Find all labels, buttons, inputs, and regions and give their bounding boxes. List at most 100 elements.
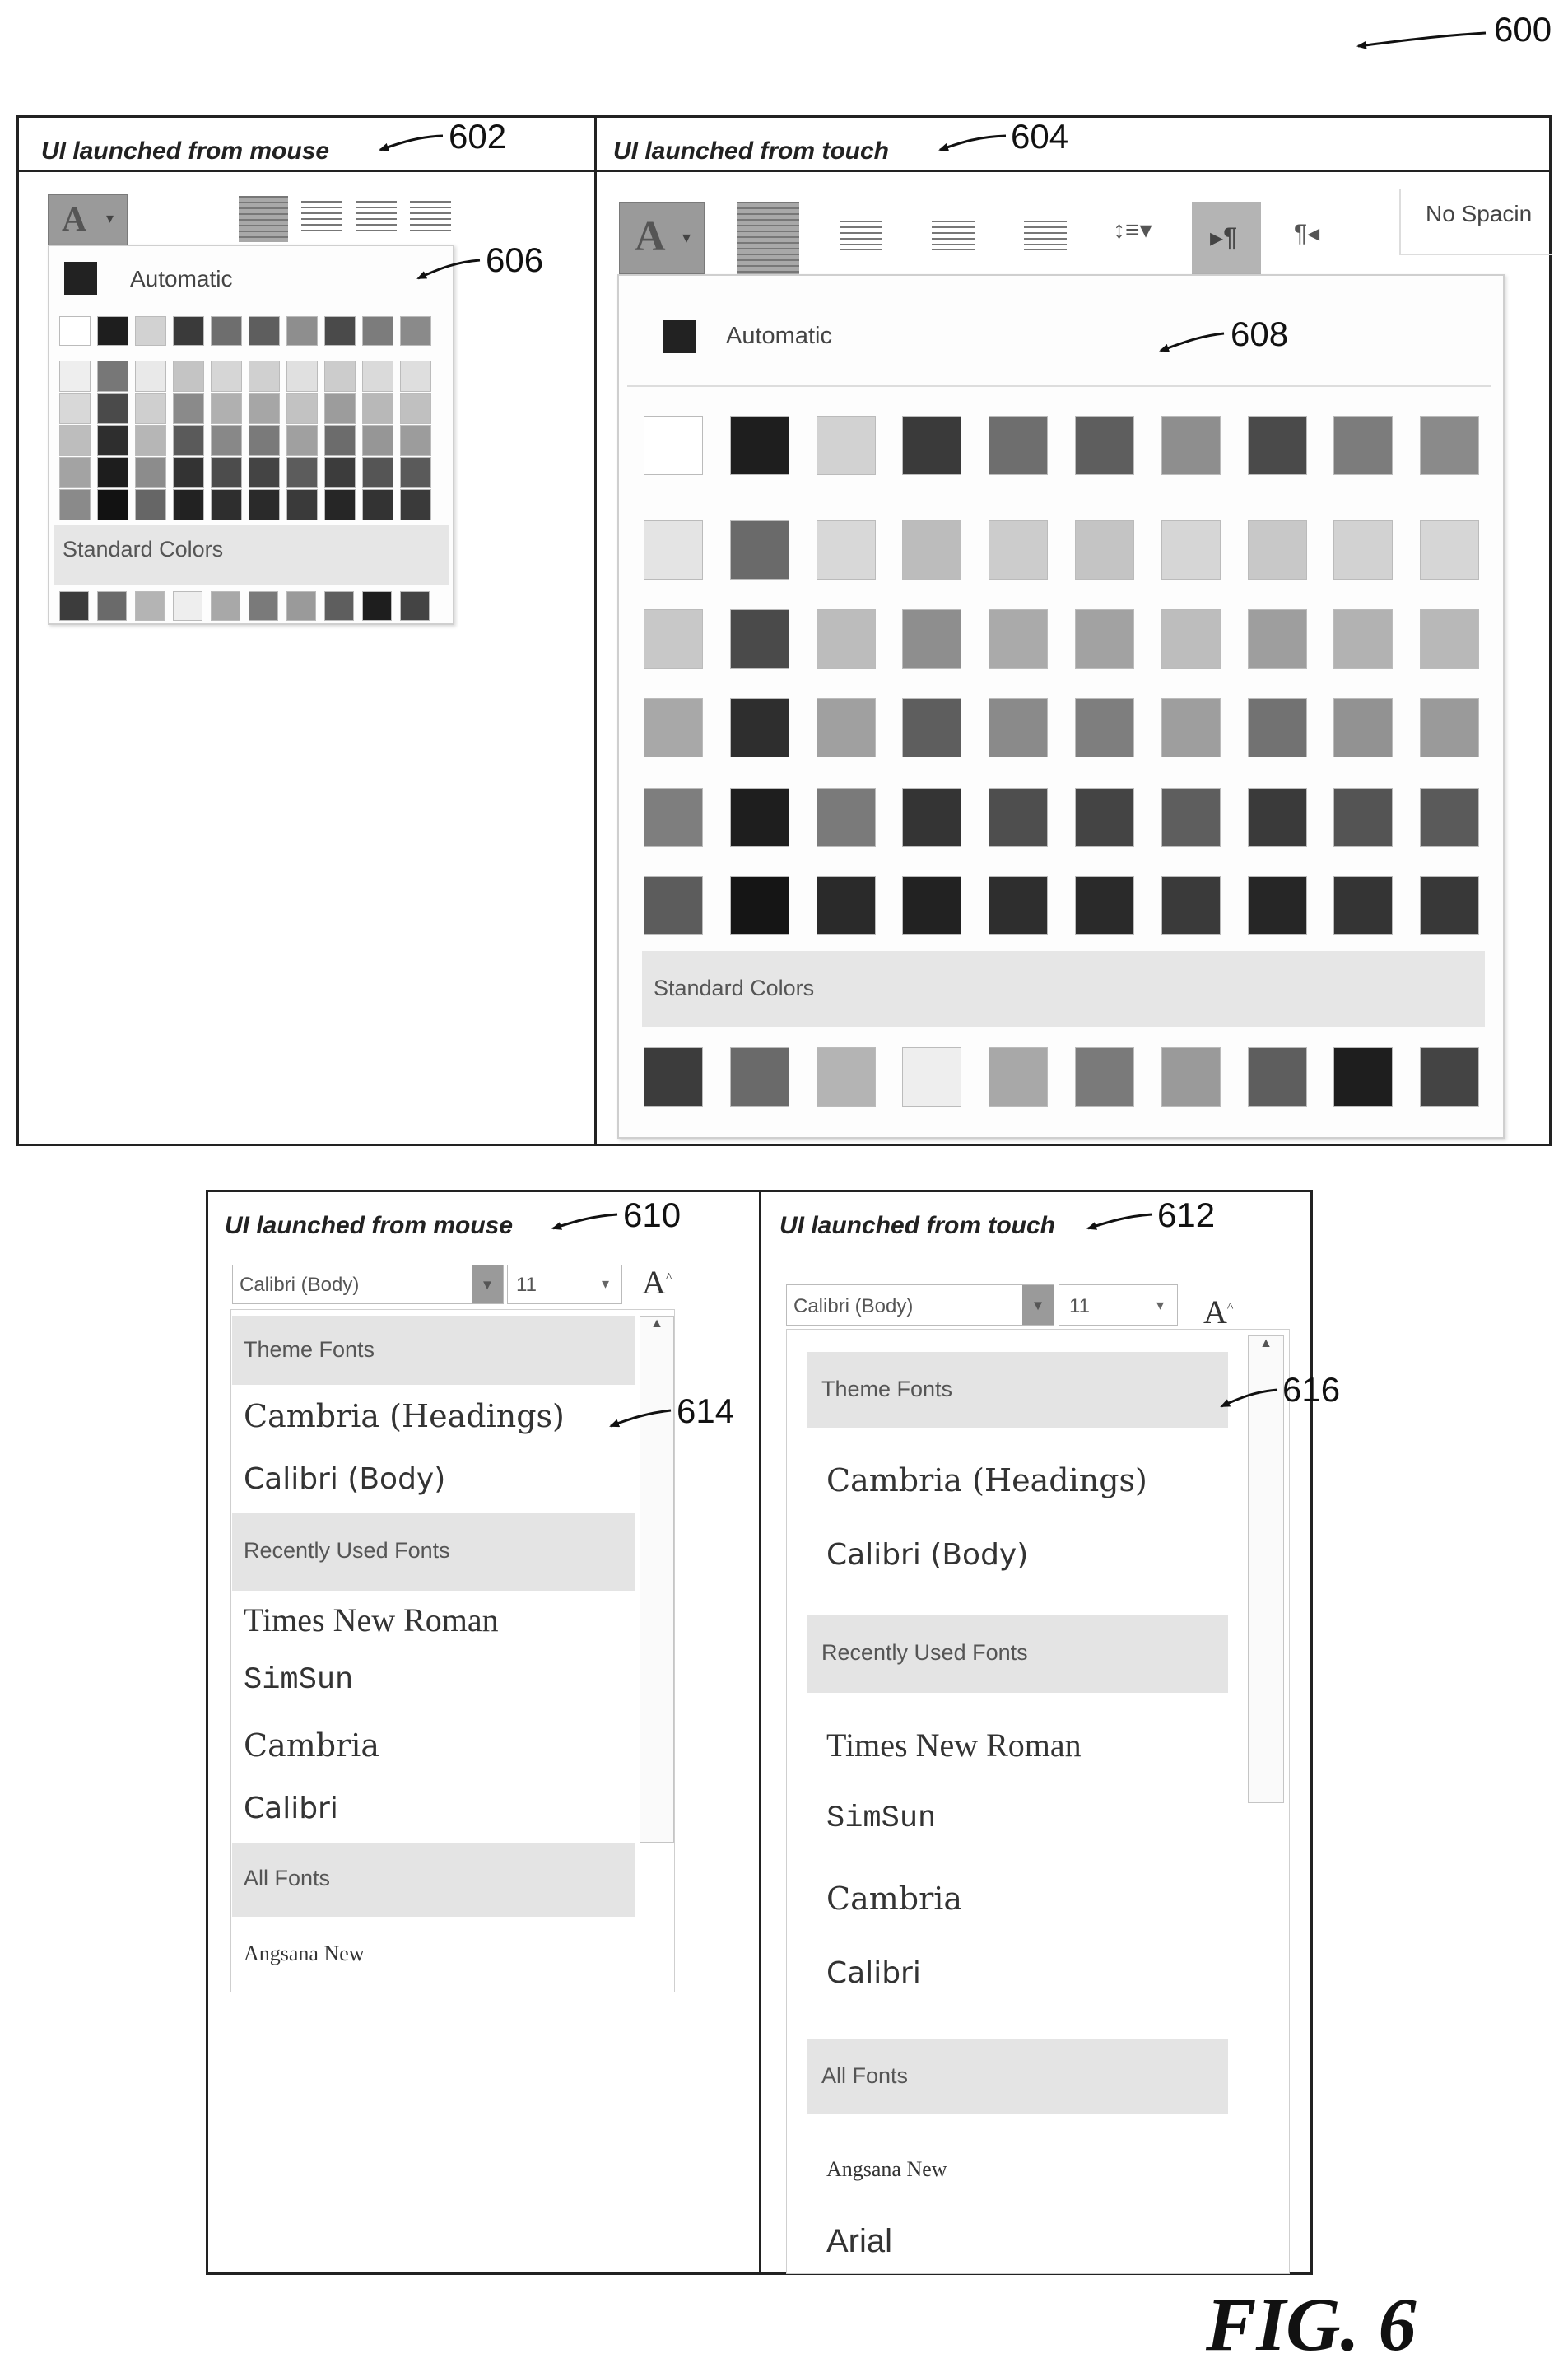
theme-color-swatch[interactable] <box>97 316 128 346</box>
scroll-up-icon[interactable]: ▲ <box>640 1317 673 1331</box>
standard-color-swatch[interactable] <box>362 591 392 621</box>
theme-color-swatch[interactable] <box>211 316 242 346</box>
font-color-button-mouse[interactable]: A ▾ <box>48 194 128 245</box>
show-paragraph-marks-button[interactable]: ▸¶ <box>1192 202 1261 274</box>
standard-color-swatch[interactable] <box>400 591 430 621</box>
theme-color-shade-swatch[interactable] <box>135 457 166 488</box>
theme-color-shade-swatch[interactable] <box>286 393 318 424</box>
font-name-combobox-touch[interactable]: Calibri (Body) <box>786 1284 1054 1326</box>
font-list-scrollbar[interactable]: ▲ <box>1248 1335 1284 1803</box>
theme-color-swatch[interactable] <box>989 416 1048 475</box>
standard-color-swatch[interactable] <box>286 591 316 621</box>
font-list-scrollbar[interactable]: ▲ <box>640 1316 674 1843</box>
theme-color-shade-swatch[interactable] <box>135 361 166 392</box>
font-name-dropdown-button[interactable] <box>1022 1285 1054 1325</box>
font-item-calibri[interactable]: Calibri <box>244 1792 338 1825</box>
theme-color-shade-swatch[interactable] <box>817 788 876 847</box>
align-left-icon[interactable] <box>239 196 288 242</box>
theme-color-shade-swatch[interactable] <box>1248 876 1307 935</box>
theme-color-shade-swatch[interactable] <box>286 457 318 488</box>
font-name-value[interactable]: Calibri (Body) <box>793 1295 913 1318</box>
line-spacing-icon[interactable]: ↕≡▾ <box>1113 216 1152 245</box>
theme-color-shade-swatch[interactable] <box>1161 698 1221 757</box>
font-item-angsana-new[interactable]: Angsana New <box>826 2157 947 2182</box>
theme-color-swatch[interactable] <box>817 416 876 475</box>
theme-color-shade-swatch[interactable] <box>989 609 1048 669</box>
font-size-combobox-mouse[interactable]: 11 ▾ <box>507 1265 622 1304</box>
theme-color-shade-swatch[interactable] <box>97 361 128 392</box>
theme-color-shade-swatch[interactable] <box>286 489 318 520</box>
font-item-times-new-roman[interactable]: Times New Roman <box>244 1601 499 1639</box>
theme-color-shade-swatch[interactable] <box>644 788 703 847</box>
theme-color-shade-swatch[interactable] <box>362 361 393 392</box>
theme-color-shade-swatch[interactable] <box>989 876 1048 935</box>
theme-color-shade-swatch[interactable] <box>817 698 876 757</box>
theme-color-shade-swatch[interactable] <box>1075 876 1134 935</box>
justify-icon[interactable] <box>410 201 451 231</box>
font-name-dropdown-button[interactable] <box>472 1265 503 1303</box>
standard-color-swatch[interactable] <box>1161 1047 1221 1107</box>
standard-color-swatch[interactable] <box>249 591 278 621</box>
theme-color-swatch[interactable] <box>1075 416 1134 475</box>
standard-color-swatch[interactable] <box>1248 1047 1307 1107</box>
theme-color-swatch[interactable] <box>1420 416 1479 475</box>
font-item-cambria[interactable]: Cambria <box>826 1881 962 1917</box>
font-name-combobox-mouse[interactable]: Calibri (Body) <box>232 1265 504 1304</box>
font-item-calibri-body[interactable]: Calibri (Body) <box>244 1462 445 1496</box>
theme-color-shade-swatch[interactable] <box>817 876 876 935</box>
theme-color-shade-swatch[interactable] <box>59 457 91 488</box>
theme-color-swatch[interactable] <box>286 316 318 346</box>
theme-color-swatch[interactable] <box>902 416 961 475</box>
scroll-up-icon[interactable]: ▲ <box>1249 1336 1283 1351</box>
theme-color-shade-swatch[interactable] <box>817 609 876 669</box>
theme-color-shade-swatch[interactable] <box>362 425 393 456</box>
theme-color-shade-swatch[interactable] <box>59 425 91 456</box>
font-item-calibri[interactable]: Calibri <box>826 1956 921 1990</box>
theme-color-shade-swatch[interactable] <box>59 361 91 392</box>
font-item-simsun[interactable]: SimSun <box>244 1663 353 1698</box>
theme-color-shade-swatch[interactable] <box>1075 698 1134 757</box>
theme-color-shade-swatch[interactable] <box>135 425 166 456</box>
standard-color-swatch[interactable] <box>817 1047 876 1107</box>
theme-color-shade-swatch[interactable] <box>59 393 91 424</box>
theme-color-swatch[interactable] <box>644 416 703 475</box>
theme-color-swatch[interactable] <box>730 416 789 475</box>
theme-color-shade-swatch[interactable] <box>173 361 204 392</box>
theme-color-shade-swatch[interactable] <box>135 489 166 520</box>
theme-color-shade-swatch[interactable] <box>400 489 431 520</box>
theme-color-swatch[interactable] <box>1333 416 1393 475</box>
theme-color-shade-swatch[interactable] <box>211 457 242 488</box>
grow-font-icon[interactable]: A^ <box>1203 1293 1233 1331</box>
theme-color-shade-swatch[interactable] <box>1333 788 1393 847</box>
font-size-value[interactable]: 11 <box>516 1274 537 1297</box>
theme-color-shade-swatch[interactable] <box>1420 788 1479 847</box>
font-item-cambria-headings[interactable]: Cambria (Headings) <box>244 1398 565 1434</box>
font-item-times-new-roman[interactable]: Times New Roman <box>826 1726 1082 1764</box>
font-item-cambria-headings[interactable]: Cambria (Headings) <box>826 1462 1147 1498</box>
theme-color-shade-swatch[interactable] <box>1248 698 1307 757</box>
standard-color-swatch[interactable] <box>135 591 165 621</box>
theme-color-shade-swatch[interactable] <box>1075 609 1134 669</box>
theme-color-shade-swatch[interactable] <box>173 393 204 424</box>
theme-color-shade-swatch[interactable] <box>902 609 961 669</box>
theme-color-swatch[interactable] <box>249 316 280 346</box>
standard-color-swatch[interactable] <box>902 1047 961 1107</box>
theme-color-shade-swatch[interactable] <box>211 361 242 392</box>
theme-color-shade-swatch[interactable] <box>1420 698 1479 757</box>
standard-color-swatch[interactable] <box>97 591 127 621</box>
styles-gallery[interactable]: No Spacin <box>1399 189 1552 255</box>
theme-color-shade-swatch[interactable] <box>1075 520 1134 580</box>
theme-color-shade-swatch[interactable] <box>989 520 1048 580</box>
theme-color-swatch[interactable] <box>59 316 91 346</box>
font-item-angsana-new[interactable]: Angsana New <box>244 1941 365 1966</box>
standard-color-swatch[interactable] <box>1420 1047 1479 1107</box>
theme-color-shade-swatch[interactable] <box>249 361 280 392</box>
standard-color-swatch[interactable] <box>211 591 240 621</box>
pilcrow-rtl-icon[interactable]: ¶◂ <box>1294 219 1319 248</box>
theme-color-shade-swatch[interactable] <box>1161 788 1221 847</box>
theme-color-shade-swatch[interactable] <box>1420 609 1479 669</box>
theme-color-swatch[interactable] <box>400 316 431 346</box>
theme-color-shade-swatch[interactable] <box>362 489 393 520</box>
theme-color-swatch[interactable] <box>1161 416 1221 475</box>
theme-color-shade-swatch[interactable] <box>1333 876 1393 935</box>
